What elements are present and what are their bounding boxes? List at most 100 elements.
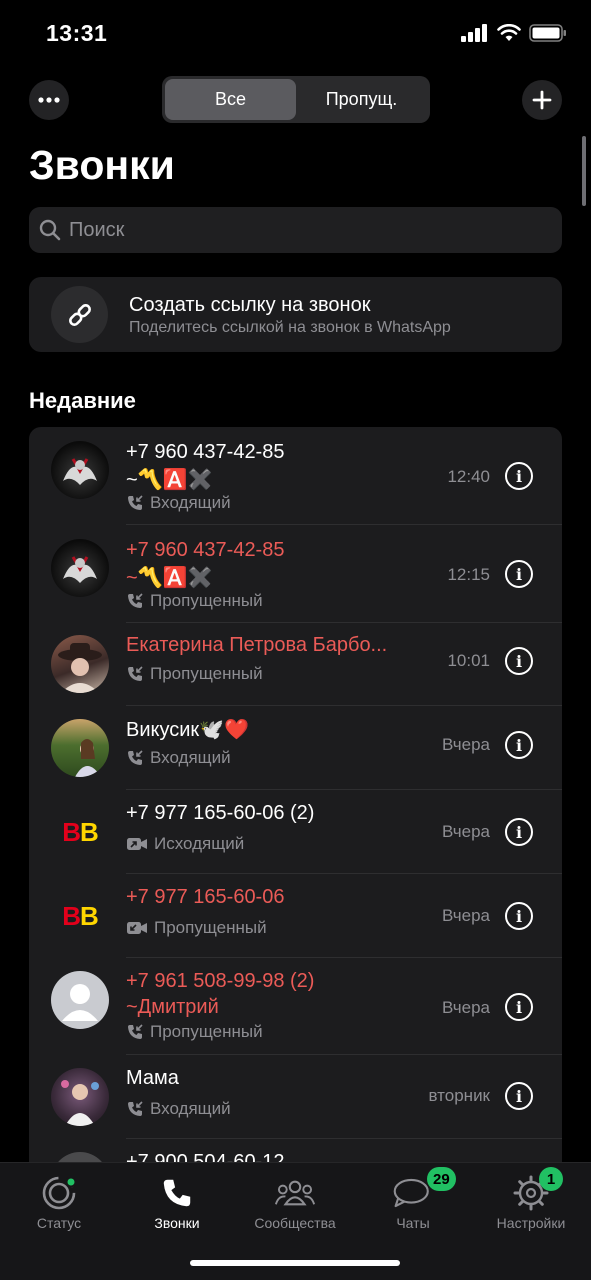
bb-logo-letter-1: B — [62, 900, 81, 931]
call-type: Пропущенный — [126, 1022, 263, 1042]
call-time: Вчера — [442, 906, 490, 925]
search-field[interactable]: Поиск — [29, 207, 562, 253]
call-type: Входящий — [126, 748, 231, 768]
call-type-label: Входящий — [150, 1099, 231, 1118]
video-outgoing-icon — [127, 838, 147, 850]
call-type-label: Исходящий — [154, 834, 245, 853]
call-info-button[interactable]: i — [505, 993, 533, 1021]
tab-label: Настройки — [496, 1215, 566, 1231]
phone-incoming-icon — [128, 750, 143, 765]
call-time: вторник — [428, 1086, 490, 1105]
call-row[interactable]: BB +7 977 165-60-06 (2) Исходящий Вчера … — [29, 790, 562, 874]
avatar — [51, 441, 109, 499]
caller-name: Екатерина Петрова Барбо... — [126, 634, 388, 656]
tab-label: Сообщества — [254, 1215, 336, 1231]
call-info-button[interactable]: i — [505, 560, 533, 588]
avatar — [51, 719, 109, 777]
call-time: 10:01 — [447, 651, 490, 670]
call-time: Вчера — [442, 998, 490, 1017]
caller-name: +7 960 437-42-85 — [126, 441, 285, 463]
scrollbar[interactable] — [582, 136, 586, 206]
call-type-label: Пропущенный — [150, 591, 263, 610]
call-row[interactable]: +7 960 437-42-85 ~〽️🅰️✖️ Входящий 12:40 … — [29, 427, 562, 525]
caller-name-secondary: ~〽️🅰️✖️ — [126, 469, 213, 491]
call-info-button[interactable]: i — [505, 647, 533, 675]
status-time: 13:31 — [46, 20, 108, 46]
caller-name: Викусик🕊️❤️ — [126, 719, 249, 741]
call-row[interactable]: Екатерина Петрова Барбо... Пропущенный 1… — [29, 623, 562, 706]
caller-name: +7 977 165-60-06 (2) — [126, 802, 315, 824]
link-icon — [68, 303, 91, 326]
call-row[interactable]: BB +7 977 165-60-06 Пропущенный Вчера i — [29, 874, 562, 958]
person-icon — [62, 984, 98, 1021]
avatar — [51, 1068, 109, 1126]
recent-section-header: Недавние — [29, 388, 136, 413]
call-row[interactable]: Мама Входящий вторник i — [29, 1055, 562, 1139]
segment-all[interactable]: Все — [165, 79, 296, 120]
call-time: 12:15 — [447, 565, 490, 584]
bb-logo-letter-1: B — [62, 816, 81, 847]
cellular-signal-icon — [461, 24, 487, 42]
bb-logo-letter-2: B — [80, 900, 99, 931]
default-avatar — [51, 971, 109, 1029]
phone-missed-icon — [128, 593, 143, 608]
tab-chats[interactable]: 29 Чаты — [354, 1167, 472, 1231]
chats-icon: 29 — [393, 1167, 456, 1213]
create-call-link-card[interactable]: Создать ссылку на звонок Поделитесь ссыл… — [29, 277, 562, 352]
caller-name: +7 961 508-99-98 (2) — [126, 970, 315, 992]
call-info-button[interactable]: i — [505, 731, 533, 759]
call-row[interactable]: +7 960 437-42-85 ~〽️🅰️✖️ Пропущенный 12:… — [29, 525, 562, 623]
bb-logo: BB — [51, 803, 109, 861]
phone-missed-icon — [128, 1024, 143, 1039]
bb-logo: BB — [51, 887, 109, 945]
call-type: Исходящий — [126, 834, 244, 854]
video-missed-icon — [127, 922, 147, 934]
call-time: Вчера — [442, 822, 490, 841]
search-icon — [39, 219, 61, 241]
search-placeholder: Поиск — [69, 218, 125, 241]
call-link-title: Создать ссылку на звонок — [129, 294, 371, 316]
home-indicator[interactable] — [190, 1260, 400, 1266]
battery-icon — [529, 24, 566, 42]
call-type: Пропущенный — [126, 591, 263, 611]
new-call-button[interactable] — [522, 80, 562, 120]
ellipsis-icon — [38, 97, 60, 103]
call-row[interactable]: +7 961 508-99-98 (2) ~Дмитрий Пропущенны… — [29, 958, 562, 1055]
call-info-button[interactable]: i — [505, 818, 533, 846]
phone-icon — [157, 1173, 197, 1213]
avatar — [51, 539, 109, 597]
avatar — [51, 635, 109, 693]
status-icon — [39, 1173, 79, 1213]
phone-incoming-icon — [128, 1101, 143, 1116]
tab-status[interactable]: Статус — [0, 1173, 118, 1231]
phone-incoming-icon — [128, 495, 143, 510]
more-options-button[interactable] — [29, 80, 69, 120]
call-type: Входящий — [126, 1099, 231, 1119]
status-bar: 13:31 — [0, 0, 591, 70]
call-type-label: Входящий — [150, 748, 231, 767]
tab-settings[interactable]: 1 Настройки — [472, 1167, 590, 1231]
call-info-button[interactable]: i — [505, 1082, 533, 1110]
status-icons — [461, 24, 567, 42]
call-info-button[interactable]: i — [505, 902, 533, 930]
segment-missed[interactable]: Пропущ. — [296, 79, 427, 120]
call-type-label: Входящий — [150, 493, 231, 512]
tab-label: Статус — [36, 1215, 82, 1231]
caller-name: +7 977 165-60-06 — [126, 886, 285, 908]
top-bar: Все Пропущ. — [0, 76, 591, 126]
call-filter-segmented-control: Все Пропущ. — [162, 76, 430, 123]
page-title: Звонки — [29, 142, 175, 188]
caller-name-secondary: ~Дмитрий — [126, 996, 219, 1018]
tab-communities[interactable]: Сообщества — [236, 1173, 354, 1231]
call-row[interactable]: Викусик🕊️❤️ Входящий Вчера i — [29, 706, 562, 790]
caller-name: +7 960 437-42-85 — [126, 539, 285, 561]
chats-unread-badge: 29 — [427, 1167, 456, 1191]
tab-calls[interactable]: Звонки — [118, 1173, 236, 1231]
phone-missed-icon — [128, 666, 143, 681]
recent-calls-list: +7 960 437-42-85 ~〽️🅰️✖️ Входящий 12:40 … — [29, 427, 562, 1187]
call-type: Пропущенный — [126, 664, 263, 684]
communities-icon — [275, 1173, 315, 1213]
caller-name: Мама — [126, 1067, 179, 1089]
call-info-button[interactable]: i — [505, 462, 533, 490]
tab-label: Звонки — [154, 1215, 200, 1231]
